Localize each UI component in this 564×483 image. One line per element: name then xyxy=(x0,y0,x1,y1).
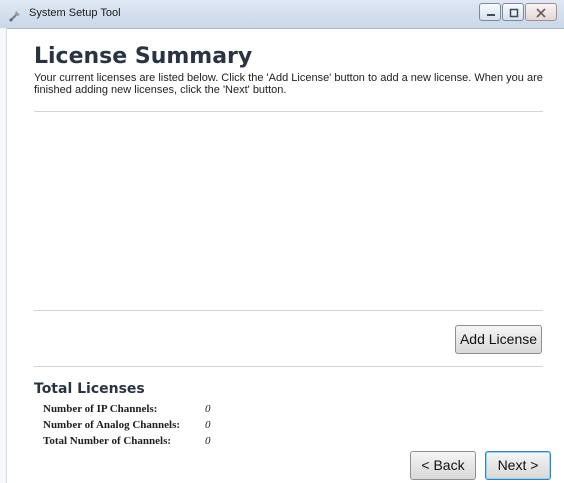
window-left-edge xyxy=(0,28,7,483)
divider xyxy=(34,366,543,367)
ip-channels-value: 0 xyxy=(205,403,211,415)
instructions-text: Your current licenses are listed below. … xyxy=(34,72,543,96)
total-licenses-heading: Total Licenses xyxy=(34,381,145,397)
app-icon xyxy=(8,8,22,22)
analog-channels-value: 0 xyxy=(205,419,211,431)
next-button[interactable]: Next > xyxy=(485,451,551,480)
minimize-button[interactable] xyxy=(479,3,501,21)
maximize-button[interactable] xyxy=(502,3,524,21)
close-button[interactable] xyxy=(525,3,557,21)
ip-channels-label: Number of IP Channels: xyxy=(43,403,158,415)
divider xyxy=(34,310,543,311)
back-button[interactable]: < Back xyxy=(410,451,476,480)
analog-channels-label: Number of Analog Channels: xyxy=(43,419,181,431)
total-channels-label: Total Number of Channels: xyxy=(43,435,172,447)
license-list[interactable] xyxy=(34,112,543,309)
window-title: System Setup Tool xyxy=(29,7,121,19)
add-license-button[interactable]: Add License xyxy=(455,325,542,354)
total-channels-value: 0 xyxy=(205,435,211,447)
window-title-bar[interactable]: System Setup Tool xyxy=(0,0,564,29)
page-title: License Summary xyxy=(34,44,253,69)
